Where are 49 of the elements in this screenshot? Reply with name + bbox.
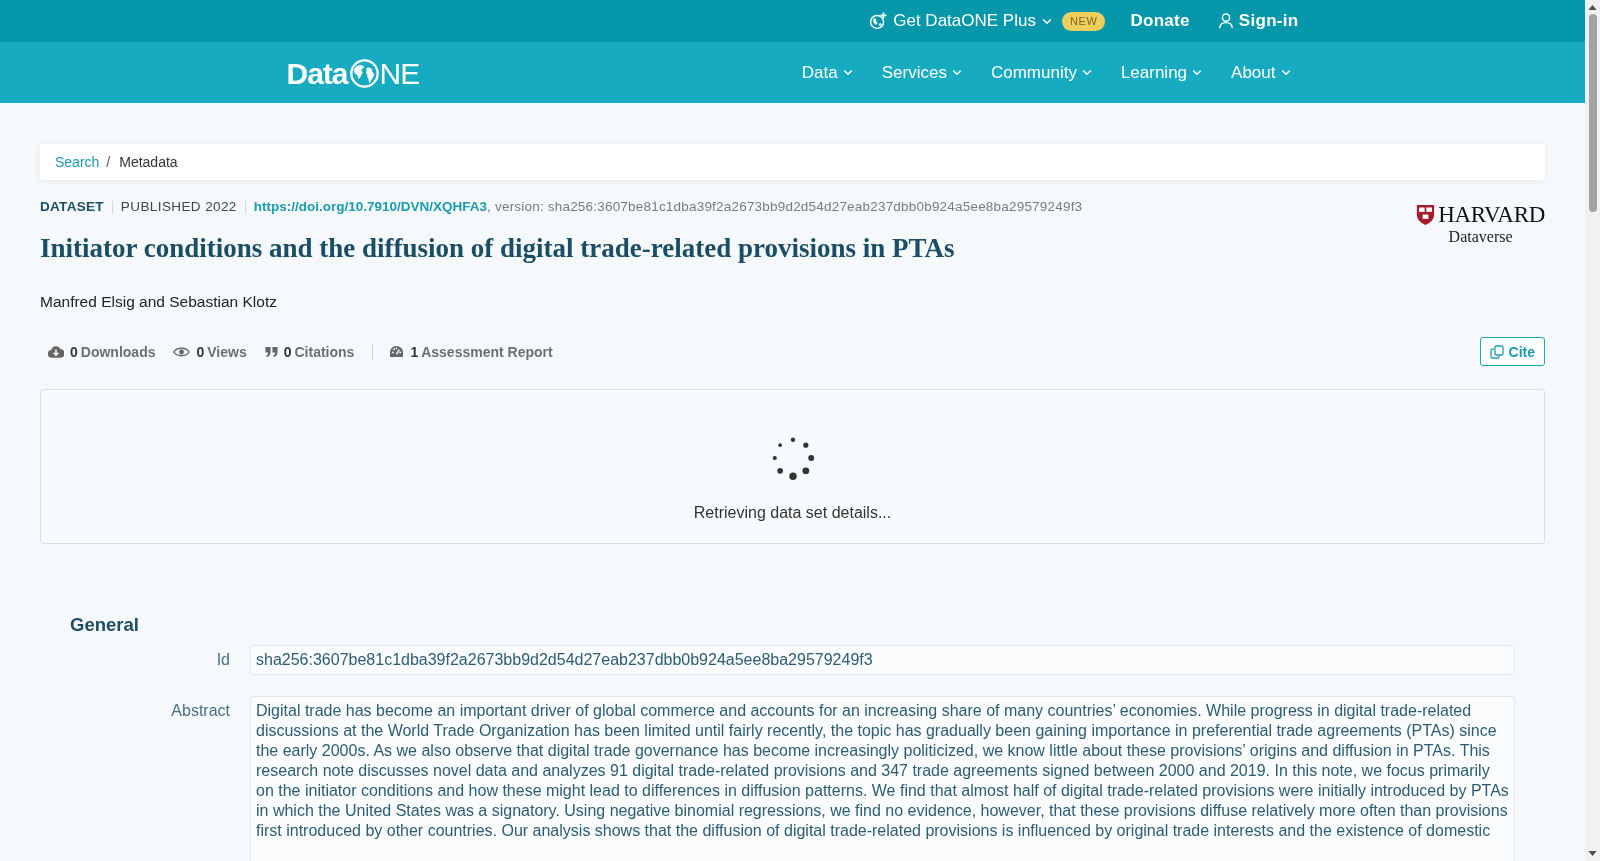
shield-icon xyxy=(1416,204,1436,226)
chevron-down-icon xyxy=(1041,17,1052,25)
field-label: Id xyxy=(215,650,230,670)
new-badge: NEW xyxy=(1061,11,1106,31)
scrollbar[interactable] xyxy=(1585,0,1600,861)
metric-button[interactable]: 0 Views xyxy=(173,343,247,360)
loading-message: Retrieving data set details... xyxy=(693,503,892,523)
scroll-up-icon[interactable] xyxy=(1588,5,1597,10)
globe-icon xyxy=(349,59,379,88)
published-date: PUBLISHED 2022 xyxy=(120,199,237,215)
gauge-icon xyxy=(389,345,405,358)
breadcrumb-link[interactable]: Search xyxy=(55,154,100,170)
breadcrumb-separator: / xyxy=(106,154,111,170)
chevron-down-icon xyxy=(1280,69,1291,76)
sign-in-link[interactable]: Sign-in xyxy=(1218,11,1299,31)
metric-button[interactable]: 0 Citations xyxy=(264,343,355,360)
nav-menu-item[interactable]: Data xyxy=(801,62,853,83)
scroll-down-icon[interactable] xyxy=(1588,851,1597,856)
quote-icon xyxy=(264,345,278,358)
dataset-title: Initiator conditions and the diffusion of digital trade-related provisions in PTAs xyxy=(40,232,956,264)
nav-menu-item[interactable]: Services xyxy=(881,62,962,83)
nav-menu-item[interactable]: Learning xyxy=(1120,62,1203,83)
metric-button[interactable]: 0 Downloads xyxy=(48,343,156,360)
nav-menu-item[interactable]: Community xyxy=(990,62,1092,83)
value-field[interactable]: Digital trade has become an important driver of global commerce and accounts for an increasing share of many countries’ economies. While progress in digital trade-related discussions at the World Trade Organization has been limited until fairly recently, the topic has gradually been gaining importance in preferential trade agreements (PTAs) since the early 2000s. As we also observe that digital trade governance has become increasingly politicized, we know little about these provisions’ origins and diffusion in PTAs. This research note discusses novel data and analyzes 91 digital trade-related provisions and 347 trade agreements signed between 2000 and 2019. In this note, we focus primarily on the initiator conditions and how these might lead to differences in diffusion patterns. We find that almost half of digital trade-related provisions were initially introduced by PTAs in which the United States was a signatory. Using negative binomial regressions, we find no evidence, however, that these provisions diffuse relatively more often than provisions first introduced by other countries. Our analysis shows that the diffusion of digital trade-related provisions is influenced by original trade interests and the existence of domestic xyxy=(250,696,1515,861)
version-text: , version: sha256:3607be81c1dba39f2a2673bb9d2d54d27eab237dbb0b924a5ee8ba29579249f3 xyxy=(487,199,1083,215)
repository-logo-link[interactable]: HARVARD Dataverse xyxy=(1416,203,1545,246)
cite-button[interactable]: Cite xyxy=(1479,337,1545,366)
chevron-down-icon xyxy=(842,69,853,76)
globe-plus-icon xyxy=(869,12,888,30)
plus-menu-button[interactable]: Get DataONE Plus xyxy=(869,11,1052,31)
resource-type-label: DATASET xyxy=(40,199,104,215)
breadcrumb-current: Metadata xyxy=(119,154,178,170)
value-field[interactable]: sha256:3607be81c1dba39f2a2673bb9d2d54d27eab237dbb0b924a5ee8ba29579249f3 xyxy=(250,645,1515,675)
nav-menu-item[interactable]: About xyxy=(1231,62,1291,83)
section-heading: General xyxy=(70,613,140,637)
field-label: Abstract xyxy=(170,701,230,721)
donate-link[interactable]: Donate xyxy=(1130,11,1190,31)
metric-button[interactable]: 1 Assessment Report xyxy=(389,343,553,360)
cloud-download-icon xyxy=(48,345,64,358)
chevron-down-icon xyxy=(1192,69,1203,76)
author-list: Manfred Elsig and Sebastian Klotz xyxy=(40,292,1545,312)
chevron-down-icon xyxy=(1081,69,1092,76)
site-logo[interactable]: Data NE xyxy=(286,56,420,91)
scrollbar-thumb[interactable] xyxy=(1588,14,1597,212)
user-icon xyxy=(1218,13,1233,29)
eye-icon xyxy=(173,345,191,358)
chevron-down-icon xyxy=(951,69,962,76)
copy-icon xyxy=(1489,344,1504,359)
